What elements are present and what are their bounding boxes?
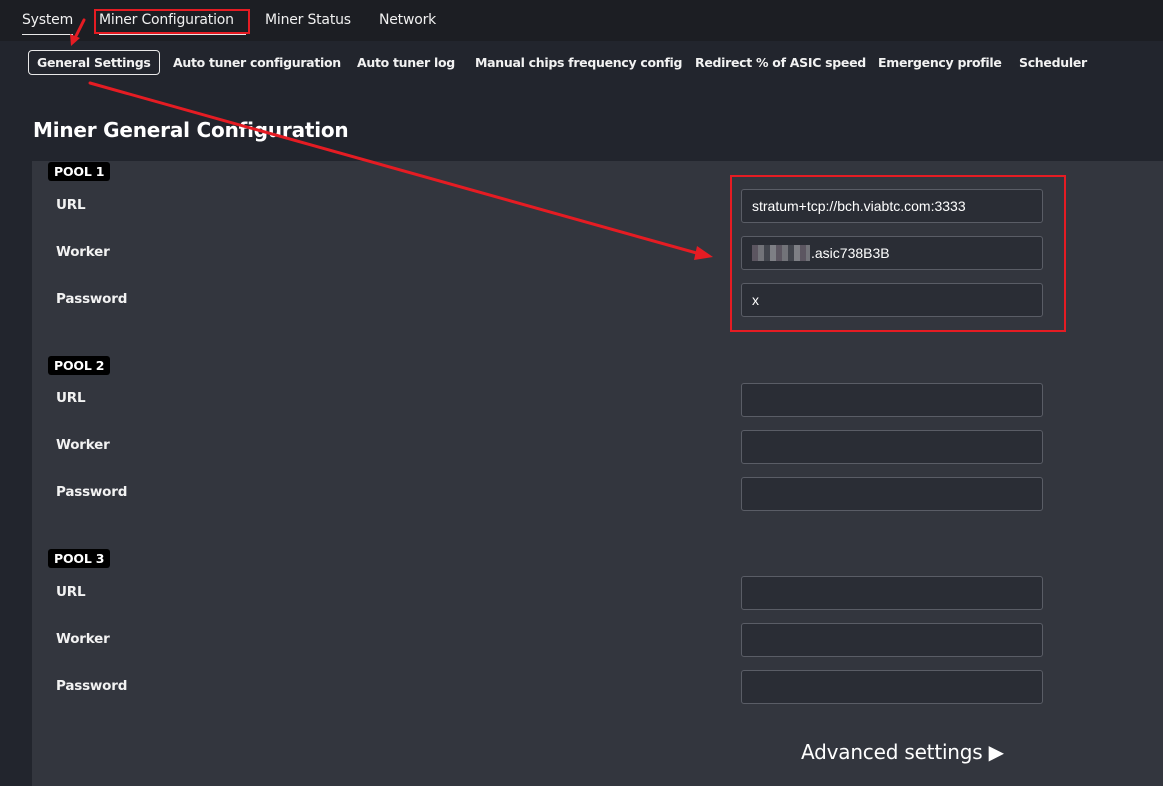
subtab-scheduler[interactable]: Scheduler: [1019, 55, 1087, 70]
pool-2-password-label: Password: [56, 484, 128, 500]
pool-3-password-input[interactable]: [741, 670, 1043, 704]
pool-1-url-input[interactable]: [741, 189, 1043, 223]
pool-1-url-label: URL: [56, 197, 86, 213]
pool-2-url-input[interactable]: [741, 383, 1043, 417]
pool-1-badge: POOL 1: [48, 162, 111, 181]
pool-3-worker-input[interactable]: [741, 623, 1043, 657]
pool-2-url-label: URL: [56, 390, 86, 406]
redacted-worker-prefix: [752, 245, 810, 261]
pool-2-worker-input[interactable]: [741, 430, 1043, 464]
pool-3-worker-label: Worker: [56, 631, 110, 647]
advanced-settings-toggle[interactable]: Advanced settings ▶: [801, 740, 1004, 764]
pool-2-badge: POOL 2: [48, 356, 111, 375]
subtab-emergency-profile[interactable]: Emergency profile: [878, 55, 1002, 70]
top-nav-bar: System Miner Configuration Miner Status …: [0, 0, 1163, 41]
tab-system[interactable]: System: [22, 12, 73, 35]
pool-1-worker-label: Worker: [56, 244, 110, 260]
pool-1-password-label: Password: [56, 291, 128, 307]
pool-3-password-label: Password: [56, 678, 128, 694]
pool-3-url-label: URL: [56, 584, 86, 600]
subtab-auto-tuner-configuration[interactable]: Auto tuner configuration: [173, 55, 341, 70]
tab-miner-status[interactable]: Miner Status: [265, 12, 351, 34]
pool-3-badge: POOL 3: [48, 549, 111, 568]
tab-network[interactable]: Network: [379, 12, 436, 34]
subtab-manual-chips-frequency[interactable]: Manual chips frequency config: [475, 55, 682, 70]
page-title: Miner General Configuration: [33, 118, 349, 142]
pool-2-password-input[interactable]: [741, 477, 1043, 511]
pool-1-password-input[interactable]: [741, 283, 1043, 317]
subtab-redirect-asic-speed[interactable]: Redirect % of ASIC speed: [695, 55, 866, 70]
pool-3-url-input[interactable]: [741, 576, 1043, 610]
tab-miner-configuration[interactable]: Miner Configuration: [99, 12, 246, 35]
subtab-general-settings[interactable]: General Settings: [28, 50, 160, 75]
pool-2-worker-label: Worker: [56, 437, 110, 453]
subtab-auto-tuner-log[interactable]: Auto tuner log: [357, 55, 455, 70]
